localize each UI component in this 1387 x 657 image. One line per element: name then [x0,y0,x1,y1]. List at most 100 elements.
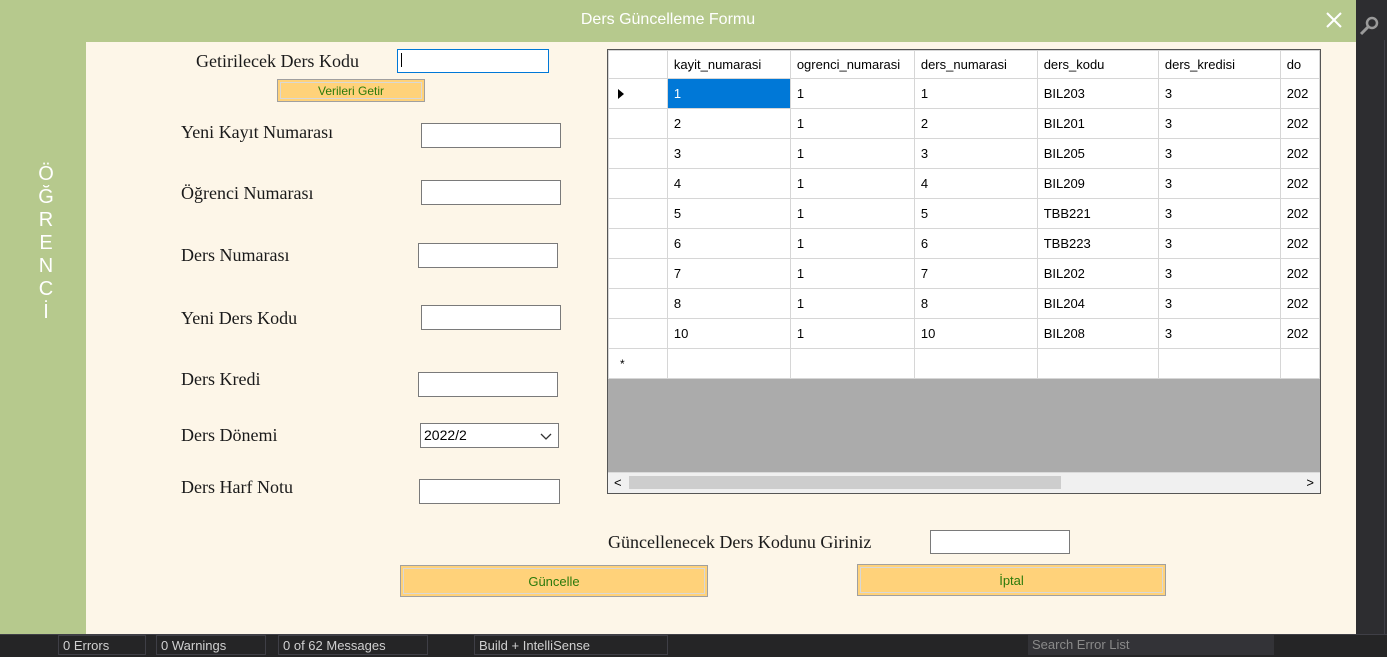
table-cell[interactable]: 1 [789,288,915,319]
table-cell[interactable]: 3 [1157,78,1281,109]
table-cell[interactable]: 5 [913,198,1038,229]
table-cell[interactable]: 1 [666,78,791,109]
row-header[interactable] [608,108,668,139]
wrench-icon[interactable] [1357,15,1381,39]
table-cell[interactable]: 202 [1279,78,1320,109]
table-cell[interactable]: TBB223 [1036,228,1159,259]
table-cell[interactable]: 10 [913,318,1038,349]
new-course-code-input[interactable] [421,305,561,330]
table-cell[interactable] [1279,348,1320,379]
table-cell[interactable]: TBB221 [1036,198,1159,229]
table-cell[interactable]: 3 [1157,168,1281,199]
table-row[interactable]: 8 1 8 BIL204 3 202 [608,288,1320,319]
table-cell[interactable]: 202 [1279,288,1320,319]
table-cell[interactable]: 3 [1157,228,1281,259]
row-header[interactable] [608,288,668,319]
new-record-number-input[interactable] [421,123,561,148]
table-row[interactable]: 5 1 5 TBB221 3 202 [608,198,1320,229]
table-cell[interactable]: 1 [789,108,915,139]
table-row[interactable]: 7 1 7 BIL202 3 202 [608,258,1320,289]
grid-corner-header[interactable] [608,50,668,79]
table-cell[interactable]: 1 [789,318,915,349]
table-cell[interactable] [789,348,915,379]
errors-filter[interactable]: 0 Errors [58,635,146,655]
table-cell[interactable]: 3 [913,138,1038,169]
column-header[interactable]: ders_kredisi [1157,50,1281,79]
cancel-button[interactable]: İptal [857,564,1166,596]
table-row[interactable]: 1 1 1 BIL203 3 202 [608,78,1320,109]
table-cell[interactable]: 4 [913,168,1038,199]
table-cell[interactable]: 202 [1279,168,1320,199]
table-cell[interactable]: 3 [1157,138,1281,169]
table-cell[interactable]: 6 [666,228,791,259]
update-button[interactable]: Güncelle [400,565,708,597]
table-cell[interactable] [913,348,1038,379]
table-cell[interactable]: 202 [1279,258,1320,289]
table-cell[interactable]: 1 [789,78,915,109]
table-row[interactable]: 4 1 4 BIL209 3 202 [608,168,1320,199]
table-cell[interactable]: 2 [666,108,791,139]
scroll-right-arrow-icon[interactable]: > [1306,475,1314,490]
fetch-code-input[interactable] [397,49,549,73]
table-cell[interactable]: 202 [1279,138,1320,169]
new-row[interactable]: * [608,348,1320,379]
table-cell[interactable]: 7 [913,258,1038,289]
error-list-search[interactable]: Search Error List [1028,635,1274,655]
column-header[interactable]: kayit_numarasi [666,50,791,79]
table-cell[interactable]: BIL201 [1036,108,1159,139]
row-header[interactable] [608,258,668,289]
table-cell[interactable]: 7 [666,258,791,289]
update-code-input[interactable] [930,530,1070,554]
course-credit-input[interactable] [418,372,558,397]
table-row[interactable]: 2 1 2 BIL201 3 202 [608,108,1320,139]
table-cell[interactable]: 6 [913,228,1038,259]
row-header[interactable] [608,198,668,229]
table-cell[interactable]: 202 [1279,318,1320,349]
build-filter-dropdown[interactable]: Build + IntelliSense [474,635,668,655]
letter-grade-input[interactable] [419,479,560,504]
table-cell[interactable]: 1 [789,228,915,259]
table-cell[interactable] [1036,348,1159,379]
messages-filter[interactable]: 0 of 62 Messages [278,635,428,655]
table-cell[interactable]: 2 [913,108,1038,139]
table-cell[interactable]: 8 [913,288,1038,319]
table-cell[interactable]: 3 [1157,108,1281,139]
table-row[interactable]: 3 1 3 BIL205 3 202 [608,138,1320,169]
horizontal-scrollbar[interactable]: < > [608,472,1320,493]
table-cell[interactable]: BIL205 [1036,138,1159,169]
student-number-input[interactable] [421,180,561,205]
row-header[interactable] [608,168,668,199]
course-term-select[interactable]: 2022/2 [420,423,559,448]
table-cell[interactable]: 3 [1157,198,1281,229]
column-header[interactable]: ders_numarasi [913,50,1038,79]
table-cell[interactable]: 1 [789,168,915,199]
courses-data-grid[interactable]: kayit_numarasi ogrenci_numarasi ders_num… [607,49,1321,494]
table-cell[interactable]: BIL209 [1036,168,1159,199]
table-row[interactable]: 10 1 10 BIL208 3 202 [608,318,1320,349]
column-header[interactable]: ogrenci_numarasi [789,50,915,79]
fetch-data-button[interactable]: Verileri Getir [277,79,425,102]
table-cell[interactable]: 3 [1157,318,1281,349]
table-cell[interactable]: 202 [1279,108,1320,139]
table-cell[interactable]: 1 [789,138,915,169]
scrollbar-thumb[interactable] [629,476,1061,489]
table-cell[interactable]: 1 [789,198,915,229]
table-cell[interactable] [666,348,791,379]
table-cell[interactable]: 3 [1157,258,1281,289]
close-icon[interactable] [1322,8,1346,32]
row-header[interactable] [608,138,668,169]
table-cell[interactable]: 10 [666,318,791,349]
warnings-filter[interactable]: 0 Warnings [156,635,266,655]
table-cell[interactable]: BIL203 [1036,78,1159,109]
table-cell[interactable]: 8 [666,288,791,319]
scroll-left-arrow-icon[interactable]: < [614,475,622,490]
table-cell[interactable]: 5 [666,198,791,229]
table-cell[interactable]: 4 [666,168,791,199]
table-cell[interactable]: 202 [1279,228,1320,259]
row-header[interactable] [608,78,668,109]
table-cell[interactable]: BIL204 [1036,288,1159,319]
table-cell[interactable]: 3 [666,138,791,169]
row-header[interactable] [608,228,668,259]
row-header[interactable] [608,318,668,349]
table-cell[interactable]: 1 [913,78,1038,109]
